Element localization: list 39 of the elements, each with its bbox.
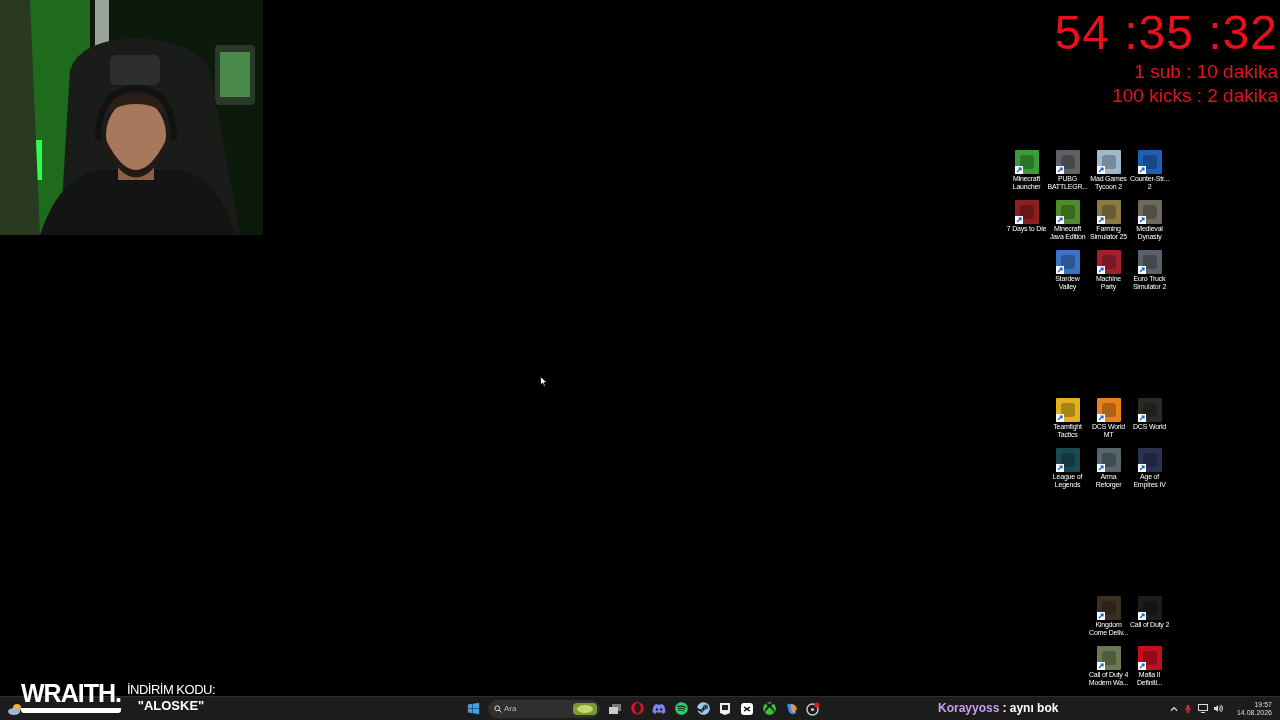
chat-username: Korayyoss [938, 700, 1000, 716]
microphone-icon[interactable] [1183, 704, 1192, 713]
app-icon[interactable] [1096, 150, 1121, 174]
app-icon[interactable] [1096, 398, 1121, 422]
app-icon[interactable] [1055, 448, 1080, 472]
chat-message: : aynı bok [1002, 700, 1059, 716]
app-icon[interactable] [1137, 398, 1162, 422]
app-icon[interactable] [1137, 250, 1162, 274]
promo-code: "ALOSKE" [137, 698, 205, 714]
app-icon[interactable] [1055, 200, 1080, 224]
volume-icon[interactable] [1213, 704, 1223, 713]
app-icon[interactable] [1014, 150, 1039, 174]
search-icon [494, 704, 502, 713]
promo-label: İNDİRİM KODU: [126, 682, 216, 698]
weather-icon[interactable] [8, 702, 22, 715]
network-icon[interactable] [1197, 704, 1208, 713]
app-icon[interactable] [1055, 250, 1080, 274]
mouse-pointer-icon [540, 376, 548, 387]
game-store-icon[interactable] [694, 699, 712, 718]
app-icon[interactable] [1096, 448, 1121, 472]
app-icon[interactable] [1096, 646, 1121, 670]
app-icon[interactable] [1137, 200, 1162, 224]
countdown-timer: 54 :35 :32 [1054, 6, 1278, 60]
xbox-icon[interactable] [760, 699, 778, 718]
timer-rule: 1 sub : 10 dakika [1134, 60, 1278, 84]
app-icon[interactable] [1055, 398, 1080, 422]
app-icon[interactable] [1137, 150, 1162, 174]
app-icon[interactable] [1014, 200, 1039, 224]
app-icon[interactable] [1096, 250, 1121, 274]
app-icon[interactable] [1096, 200, 1121, 224]
music-app-icon[interactable] [672, 699, 690, 718]
app-icon[interactable] [1137, 646, 1162, 670]
app-icon[interactable] [1096, 596, 1121, 620]
browser-icon[interactable] [804, 699, 822, 718]
timer-rule: 100 kicks : 2 dakika [1112, 84, 1278, 108]
app-icon[interactable] [1137, 448, 1162, 472]
app-icon[interactable] [1137, 596, 1162, 620]
chevron-up-icon[interactable] [1169, 704, 1178, 713]
app-icon[interactable] [1055, 150, 1080, 174]
